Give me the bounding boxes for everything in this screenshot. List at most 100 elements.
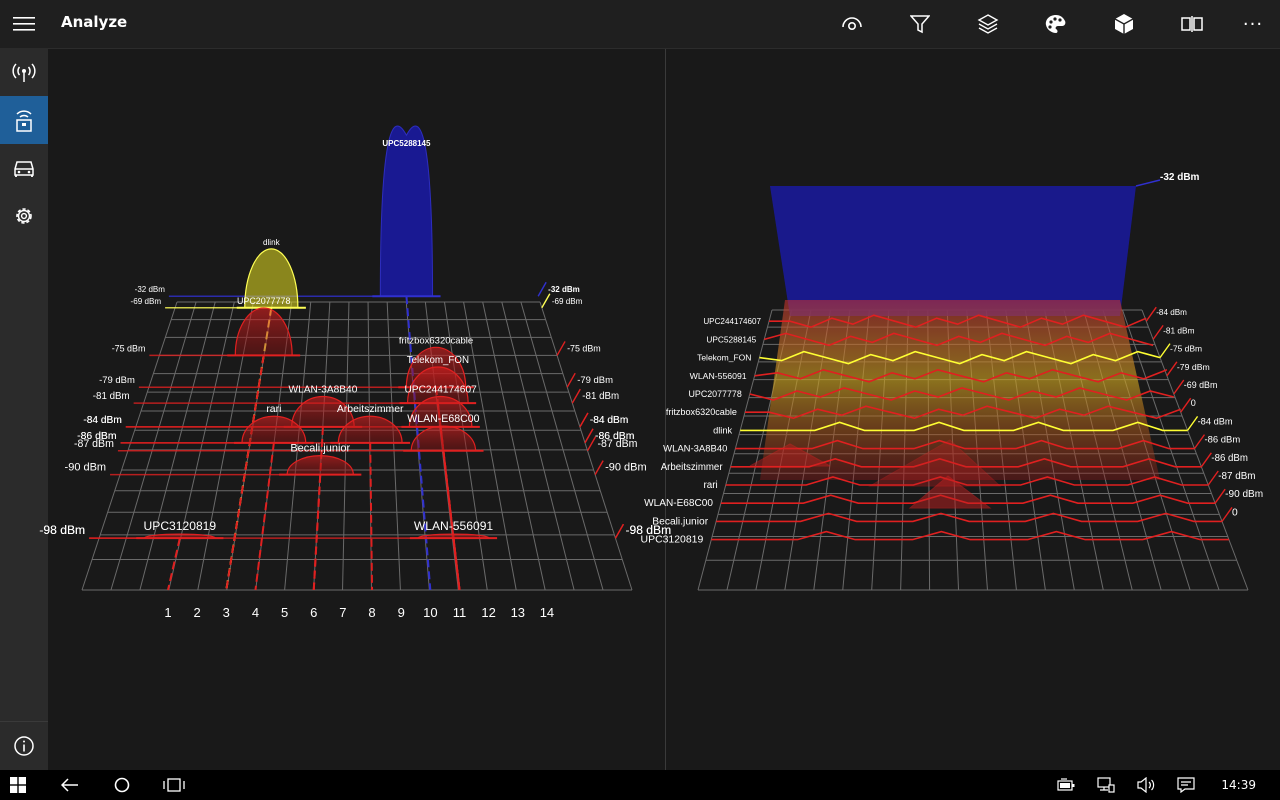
task-view-icon[interactable] <box>156 770 192 800</box>
time-dbm-label: -86 dBm <box>1211 453 1248 464</box>
network-area-upc2077778 <box>234 307 293 357</box>
time-dbm-label: -81 dBm <box>1163 325 1194 335</box>
time-network-label: fritzbox6320cable <box>666 407 737 417</box>
channel-grid-floor <box>81 301 633 591</box>
network-ssid-label: dlink <box>263 238 281 247</box>
network-ssid-label: WLAN-556091 <box>414 519 494 533</box>
network-dbm-tick <box>1180 397 1192 413</box>
network-dbm-tick <box>1166 361 1178 377</box>
network-dbm-tick <box>571 388 581 404</box>
network-dbm-tick <box>541 293 551 309</box>
windows-taskbar: 14:39 <box>0 770 1280 800</box>
network-ssid-label: Telekom_FON <box>407 355 469 366</box>
network-dbm-tick <box>1187 415 1199 431</box>
grid-line-vertical <box>139 301 216 591</box>
network-dbm-label: -98 dBm <box>39 523 85 537</box>
network-dbm-label: -84 dBm <box>590 415 628 426</box>
time-network-label: UPC5288145 <box>706 334 756 344</box>
time-network-label: WLAN-556091 <box>690 371 747 381</box>
network-ssid-label: UPC244174607 <box>404 385 477 396</box>
network-ssid-label: UPC2077778 <box>237 296 291 306</box>
channel-network-labels: UPC5288145 -32 dBm -32 dBm dlink -69 dBm -69 … <box>39 139 671 537</box>
network-dbm-tick <box>1145 306 1157 322</box>
network-dbm-label: -84 dBm <box>83 415 121 426</box>
network-dbm-label: -79 dBm <box>99 375 135 386</box>
network-dbm-label: -32 dBm <box>135 285 166 294</box>
network-ssid-label: WLAN-E68C00 <box>407 413 479 425</box>
channel-graph-3d[interactable]: UPC5288145 -32 dBm -32 dBm dlink -69 dBm -69 … <box>39 125 671 620</box>
time-network-label: UPC3120819 <box>641 535 704 546</box>
time-network-label: rari <box>704 480 718 491</box>
channel-tick-label: 11 <box>453 605 467 620</box>
network-dbm-tick <box>1221 506 1233 522</box>
time-dbm-label: -87 dBm <box>1218 471 1255 482</box>
channel-tick-label: 4 <box>252 605 259 620</box>
grid-line-vertical <box>168 301 235 591</box>
network-dbm-label: -87 dBm <box>598 438 638 450</box>
back-arrow-icon[interactable] <box>52 770 88 800</box>
channel-axis-labels: 1 2 3 4 5 6 7 8 9 10 11 12 13 14 <box>164 605 554 620</box>
network-dbm-label: -75 dBm <box>567 343 601 353</box>
network-dbm-tick <box>614 523 625 539</box>
network-icon[interactable] <box>1092 770 1120 800</box>
network-dbm-label: -87 dBm <box>74 438 114 450</box>
network-dbm-label: -81 dBm <box>582 391 619 402</box>
network-dbm-tick <box>1152 324 1164 340</box>
channel-tick-label: 12 <box>481 605 495 620</box>
time-network-label: WLAN-E68C00 <box>644 498 713 509</box>
time-network-areas <box>711 179 1233 541</box>
network-ssid-label: Arbeitszimmer <box>337 404 404 415</box>
time-top-dbm-label: -32 dBm <box>1160 172 1200 183</box>
network-dbm-tick <box>1173 379 1185 395</box>
network-dbm-tick <box>579 412 589 428</box>
time-dbm-label: -75 dBm <box>1170 344 1202 354</box>
network-ssid-label: UPC3120819 <box>144 519 217 533</box>
time-dbm-label: -79 dBm <box>1177 362 1210 372</box>
channel-tick-label: 8 <box>368 605 375 620</box>
channel-tick-label: 2 <box>194 605 201 620</box>
action-center-icon[interactable] <box>1172 770 1200 800</box>
channel-tick-label: 14 <box>540 605 554 620</box>
channel-tick-label: 7 <box>339 605 346 620</box>
network-area-becali.junior <box>286 455 354 476</box>
time-network-label: Arbeitszimmer <box>661 462 724 473</box>
windows-start-icon[interactable] <box>0 770 36 800</box>
network-dbm-tick <box>594 460 604 475</box>
time-network-label: Becali.junior <box>652 516 708 527</box>
grid-line-vertical <box>482 301 546 591</box>
taskbar-clock[interactable]: 14:39 <box>1221 770 1256 800</box>
network-dbm-tick <box>1200 452 1212 468</box>
time-dbm-label: 0 <box>1191 398 1196 408</box>
network-ssid-label: WLAN-3A8B40 <box>288 385 357 396</box>
network-dbm-label: -69 dBm <box>131 297 162 306</box>
network-dbm-tick <box>537 281 547 297</box>
battery-icon[interactable] <box>1052 770 1080 800</box>
time-graph-3d[interactable]: -32 dBm UPC244174607 -84 dBm UPC5288145 -81 … <box>641 172 1264 591</box>
network-dbm-tick <box>1135 179 1161 187</box>
time-network-label: dlink <box>713 425 732 435</box>
chart-layer: UPC5288145 -32 dBm -32 dBm dlink -69 dBm -69 … <box>39 125 1264 620</box>
network-ssid-label: rari <box>266 404 281 415</box>
time-network-label: UPC2077778 <box>689 389 742 399</box>
time-dbm-label: -90 dBm <box>1225 489 1263 500</box>
channel-tick-label: 9 <box>398 605 405 620</box>
network-dbm-tick <box>556 341 566 356</box>
network-area-upc5288145 <box>379 125 434 297</box>
network-dbm-label: -79 dBm <box>577 375 613 386</box>
time-network-label: UPC244174607 <box>703 317 761 326</box>
channel-tick-label: 13 <box>511 605 525 620</box>
time-dbm-label: -86 dBm <box>1204 435 1240 446</box>
network-area-upc5288145 <box>770 186 1136 316</box>
network-dbm-tick <box>1193 434 1206 450</box>
channel-tick-label: 10 <box>423 605 437 620</box>
time-dbm-label: -84 dBm <box>1198 416 1233 426</box>
time-dbm-label: 0 <box>1232 507 1238 518</box>
network-dbm-tick <box>584 428 594 444</box>
time-network-label: WLAN-3A8B40 <box>663 444 727 455</box>
network-channel-line <box>254 442 275 591</box>
volume-icon[interactable] <box>1132 770 1160 800</box>
cortana-circle-icon[interactable] <box>104 770 140 800</box>
network-channel-line <box>167 537 181 591</box>
network-ssid-label: UPC5288145 <box>382 139 431 148</box>
time-dbm-label: -69 dBm <box>1184 380 1218 390</box>
